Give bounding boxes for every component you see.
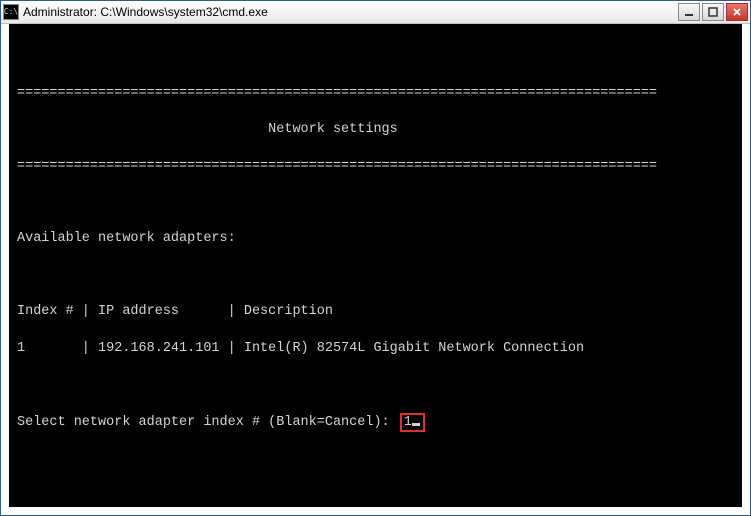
input-value[interactable]: 1 xyxy=(404,415,412,430)
blank-line xyxy=(17,48,734,66)
blank-line xyxy=(17,194,734,212)
rule-top: ========================================… xyxy=(17,85,734,103)
available-adapters-label: Available network adapters: xyxy=(17,230,734,248)
table-row: 1 | 192.168.241.101 | Intel(R) 82574L Gi… xyxy=(17,340,734,358)
blank-line xyxy=(17,376,734,394)
input-highlight: 1 xyxy=(400,413,425,433)
cursor xyxy=(412,423,420,426)
close-button[interactable] xyxy=(726,3,748,21)
cmd-icon-glyph: C:\ xyxy=(4,8,18,16)
maximize-icon xyxy=(708,7,718,17)
titlebar-text: Administrator: C:\Windows\system32\cmd.e… xyxy=(23,5,678,19)
blank-line xyxy=(17,267,734,285)
titlebar[interactable]: C:\ Administrator: C:\Windows\system32\c… xyxy=(1,1,750,24)
maximize-button[interactable] xyxy=(702,3,724,21)
terminal-area[interactable]: ========================================… xyxy=(1,24,750,515)
header-title: Network settings xyxy=(17,121,734,139)
table-header: Index # | IP address | Description xyxy=(17,303,734,321)
rule-bottom: ========================================… xyxy=(17,158,734,176)
cmd-window: C:\ Administrator: C:\Windows\system32\c… xyxy=(0,0,751,516)
prompt-text: Select network adapter index # (Blank=Ca… xyxy=(17,415,398,430)
titlebar-buttons xyxy=(678,3,748,21)
minimize-icon xyxy=(684,7,694,17)
close-icon xyxy=(732,7,742,17)
cmd-icon: C:\ xyxy=(3,4,19,20)
minimize-button[interactable] xyxy=(678,3,700,21)
prompt-line: Select network adapter index # (Blank=Ca… xyxy=(17,413,734,433)
